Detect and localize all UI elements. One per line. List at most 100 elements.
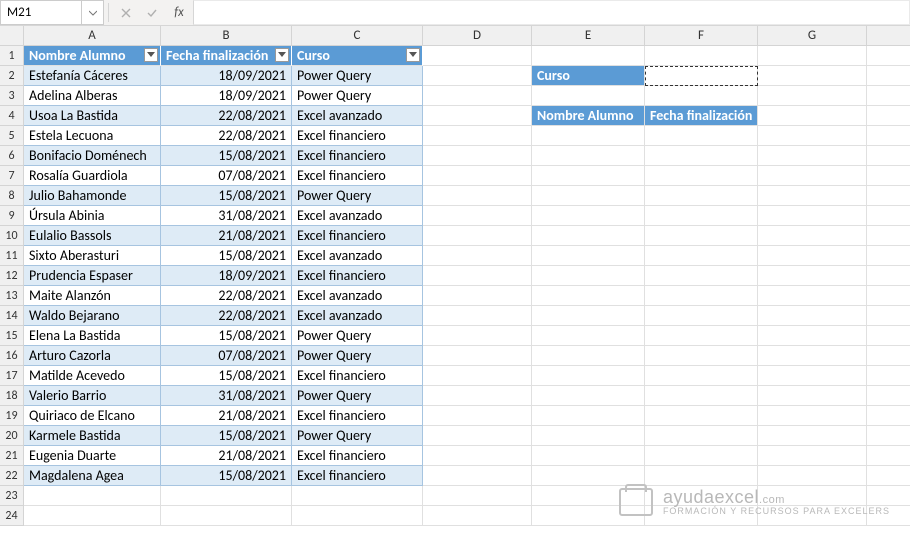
cell-G4[interactable] [758, 106, 867, 126]
cell-course-9[interactable]: Excel financiero [292, 226, 423, 246]
row-header-11[interactable]: 11 [0, 246, 24, 266]
column-header-B[interactable]: B [161, 26, 292, 46]
row-header-18[interactable]: 18 [0, 386, 24, 406]
row-header-1[interactable]: 1 [0, 46, 24, 66]
filter-dropdown-icon[interactable] [275, 48, 289, 62]
cell-D11[interactable] [423, 246, 532, 266]
cell-course-14[interactable]: Power Query [292, 326, 423, 346]
column-header-D[interactable]: D [423, 26, 532, 46]
cell-F22[interactable] [645, 466, 758, 486]
cell-E24[interactable] [532, 506, 645, 526]
cell-E15[interactable] [532, 326, 645, 346]
cell-course-11[interactable]: Excel financiero [292, 266, 423, 286]
cell-date-6[interactable]: 07/08/2021 [161, 166, 292, 186]
cell-name-4[interactable]: Estela Lecuona [24, 126, 161, 146]
cell-H18[interactable] [867, 386, 910, 406]
summary-header-nombre[interactable]: Nombre Alumno [532, 106, 645, 126]
cell-F7[interactable] [645, 166, 758, 186]
cell-E9[interactable] [532, 206, 645, 226]
select-all-corner[interactable] [0, 26, 24, 46]
cell-F12[interactable] [645, 266, 758, 286]
row-header-10[interactable]: 10 [0, 226, 24, 246]
cell-course-16[interactable]: Excel financiero [292, 366, 423, 386]
cell-F18[interactable] [645, 386, 758, 406]
cell-G11[interactable] [758, 246, 867, 266]
cell-G3[interactable] [758, 86, 867, 106]
cell-D20[interactable] [423, 426, 532, 446]
cell-G16[interactable] [758, 346, 867, 366]
cell-E17[interactable] [532, 366, 645, 386]
cell-D2[interactable] [423, 66, 532, 86]
cell-date-2[interactable]: 18/09/2021 [161, 86, 292, 106]
cell-H24[interactable] [867, 506, 910, 526]
cell-B24[interactable] [161, 506, 292, 526]
row-header-17[interactable]: 17 [0, 366, 24, 386]
cell-G19[interactable] [758, 406, 867, 426]
cell-F5[interactable] [645, 126, 758, 146]
cell-name-2[interactable]: Adelina Alberas [24, 86, 161, 106]
cell-H2[interactable] [867, 66, 910, 86]
cell-F9[interactable] [645, 206, 758, 226]
cell-date-17[interactable]: 31/08/2021 [161, 386, 292, 406]
column-header-H[interactable]: H [867, 26, 910, 46]
cell-name-16[interactable]: Matilde Acevedo [24, 366, 161, 386]
row-header-6[interactable]: 6 [0, 146, 24, 166]
row-header-24[interactable]: 24 [0, 506, 24, 526]
cell-course-18[interactable]: Excel financiero [292, 406, 423, 426]
cell-E23[interactable] [532, 486, 645, 506]
cell-H12[interactable] [867, 266, 910, 286]
cell-G14[interactable] [758, 306, 867, 326]
cell-date-8[interactable]: 31/08/2021 [161, 206, 292, 226]
cell-name-1[interactable]: Estefanía Cáceres [24, 66, 161, 86]
cell-course-12[interactable]: Excel avanzado [292, 286, 423, 306]
cell-E3[interactable] [532, 86, 645, 106]
cell-course-10[interactable]: Excel avanzado [292, 246, 423, 266]
cell-G1[interactable] [758, 46, 867, 66]
cell-A23[interactable] [24, 486, 161, 506]
cell-D5[interactable] [423, 126, 532, 146]
cell-date-5[interactable]: 15/08/2021 [161, 146, 292, 166]
row-header-15[interactable]: 15 [0, 326, 24, 346]
cell-D22[interactable] [423, 466, 532, 486]
cell-course-4[interactable]: Excel financiero [292, 126, 423, 146]
cell-date-15[interactable]: 07/08/2021 [161, 346, 292, 366]
cell-D19[interactable] [423, 406, 532, 426]
cell-F11[interactable] [645, 246, 758, 266]
cell-D3[interactable] [423, 86, 532, 106]
cell-E20[interactable] [532, 426, 645, 446]
cell-course-2[interactable]: Power Query [292, 86, 423, 106]
row-header-14[interactable]: 14 [0, 306, 24, 326]
cell-course-3[interactable]: Excel avanzado [292, 106, 423, 126]
cell-F14[interactable] [645, 306, 758, 326]
cell-D7[interactable] [423, 166, 532, 186]
cell-G2[interactable] [758, 66, 867, 86]
cell-date-10[interactable]: 15/08/2021 [161, 246, 292, 266]
cell-date-12[interactable]: 22/08/2021 [161, 286, 292, 306]
cell-name-5[interactable]: Bonifacio Doménech [24, 146, 161, 166]
cell-E11[interactable] [532, 246, 645, 266]
cell-G18[interactable] [758, 386, 867, 406]
cell-E22[interactable] [532, 466, 645, 486]
column-header-E[interactable]: E [532, 26, 645, 46]
cell-date-7[interactable]: 15/08/2021 [161, 186, 292, 206]
cell-H10[interactable] [867, 226, 910, 246]
cell-C23[interactable] [292, 486, 423, 506]
row-header-12[interactable]: 12 [0, 266, 24, 286]
cell-F19[interactable] [645, 406, 758, 426]
cell-D18[interactable] [423, 386, 532, 406]
cell-course-21[interactable]: Excel financiero [292, 466, 423, 486]
cell-D6[interactable] [423, 146, 532, 166]
cell-E8[interactable] [532, 186, 645, 206]
cell-H16[interactable] [867, 346, 910, 366]
cell-date-13[interactable]: 22/08/2021 [161, 306, 292, 326]
cell-D12[interactable] [423, 266, 532, 286]
cell-name-9[interactable]: Eulalio Bassols [24, 226, 161, 246]
row-header-20[interactable]: 20 [0, 426, 24, 446]
cell-G12[interactable] [758, 266, 867, 286]
cell-name-8[interactable]: Úrsula Abinia [24, 206, 161, 226]
formula-input[interactable] [193, 0, 910, 25]
cell-E5[interactable] [532, 126, 645, 146]
cell-F21[interactable] [645, 446, 758, 466]
cell-E18[interactable] [532, 386, 645, 406]
cell-D14[interactable] [423, 306, 532, 326]
